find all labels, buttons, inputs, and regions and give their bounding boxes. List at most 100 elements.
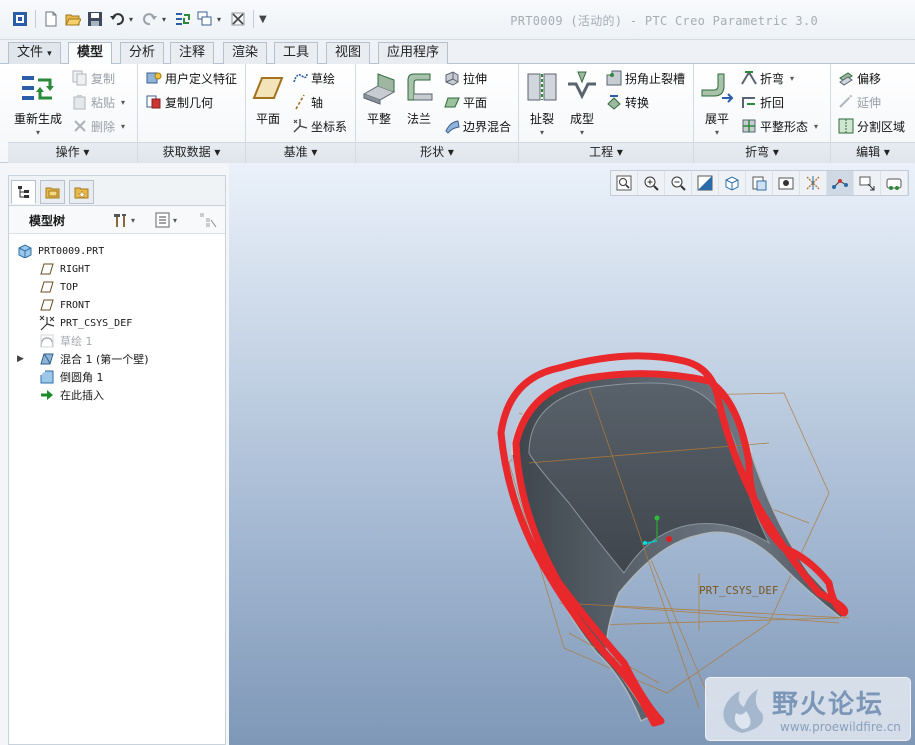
tree-filters-button[interactable] (199, 211, 217, 229)
title-bar: ▾ ▾ ▾ ▼ PRT0009 (活动的) - PTC Creo Paramet… (0, 0, 915, 40)
offset-icon (839, 72, 853, 86)
offset-button[interactable]: 偏移 (838, 68, 881, 88)
watermark-title: 野火论坛 (772, 690, 885, 720)
model-tree-tab[interactable] (11, 180, 36, 204)
copy-geometry-button[interactable]: 复制几何 (146, 92, 213, 112)
datum-plane-large-icon (252, 77, 284, 99)
tree-item-sketch[interactable]: 草绘 1 (17, 332, 222, 350)
save-icon[interactable] (85, 9, 105, 29)
bend-back-button[interactable]: 折回 (741, 92, 784, 112)
flatten-form-icon (742, 119, 756, 133)
tab-analysis[interactable]: 分析 (120, 42, 165, 64)
axis-button[interactable]: 轴 (292, 92, 323, 112)
split-area-button[interactable]: 分割区域 (838, 116, 905, 136)
form-dropdown-icon[interactable]: ▾ (580, 128, 584, 137)
bend-icon (741, 71, 757, 85)
axis-icon (295, 94, 305, 110)
rip-button[interactable]: 扯裂 ▾ (526, 70, 558, 137)
paste-button[interactable]: 粘贴 ▾ (72, 92, 125, 112)
tab-view[interactable]: 视图 (326, 42, 371, 64)
open-file-icon[interactable] (63, 9, 83, 29)
flat-wall-button[interactable]: 平整 (362, 70, 396, 127)
flange-icon (407, 73, 433, 101)
customize-toolbar-icon[interactable]: ▼ (259, 14, 268, 25)
planar-icon (444, 97, 460, 108)
convert-button[interactable]: 转换 (606, 92, 649, 112)
udf-button[interactable]: 用户定义特征 (146, 68, 237, 88)
tree-item-blend[interactable]: ▶ 混合 1 (第一个壁) (17, 350, 222, 368)
sketch-button[interactable]: 草绘 (292, 68, 335, 88)
blend-icon (39, 351, 55, 367)
datum-plane-icon (39, 297, 55, 313)
planar-button[interactable]: 平面 (444, 92, 487, 112)
boundary-blend-button[interactable]: 边界混合 (444, 116, 511, 136)
tab-render[interactable]: 渲染 (223, 42, 268, 64)
unbend-dropdown-icon[interactable]: ▾ (715, 128, 719, 137)
undo-icon[interactable] (107, 9, 127, 29)
boundary-blend-icon (445, 120, 460, 134)
tree-item-top[interactable]: TOP (17, 278, 222, 296)
quick-access-toolbar: ▾ ▾ ▾ ▼ (10, 9, 268, 29)
csys-button[interactable]: 坐标系 (292, 116, 347, 136)
extend-button[interactable]: 延伸 (838, 92, 881, 112)
regenerate-dropdown-icon[interactable]: ▾ (36, 128, 40, 137)
expand-arrow-icon[interactable]: ▶ (17, 354, 24, 364)
extrude-button[interactable]: 拉伸 (444, 68, 487, 88)
flange-button[interactable]: 法兰 (402, 70, 436, 127)
bend-button[interactable]: 折弯 ▾ (741, 68, 794, 88)
group-bends-title[interactable]: 折弯 ▾ (694, 142, 830, 163)
delete-button[interactable]: 删除 ▾ (72, 116, 125, 136)
datum-plane-button[interactable]: 平面 (252, 70, 284, 127)
watermark-url: www.proewildfire.cn (780, 720, 901, 734)
corner-relief-button[interactable]: 拐角止裂槽 (606, 68, 685, 88)
model-3d-view[interactable]: PRT_CSYS_DEF (229, 163, 915, 745)
model-tree-header: 模型树 ▾ ▾ (9, 206, 225, 234)
tree-item-right[interactable]: RIGHT (17, 260, 222, 278)
folder-browser-icon (45, 187, 59, 199)
tab-annotate[interactable]: 注释 (170, 42, 215, 64)
regenerate-quick-icon[interactable] (173, 9, 193, 29)
tree-item-front[interactable]: FRONT (17, 296, 222, 314)
group-shapes-title[interactable]: 形状 ▾ (356, 142, 518, 163)
paste-icon (73, 95, 86, 110)
datum-plane-icon (39, 261, 55, 277)
group-datum-title[interactable]: 基准 ▾ (246, 142, 355, 163)
tab-model[interactable]: 模型 (68, 42, 113, 65)
tab-file[interactable]: 文件 ▾ (8, 42, 61, 64)
group-engineering-title[interactable]: 工程 ▾ (519, 142, 693, 163)
rip-dropdown-icon[interactable]: ▾ (540, 128, 544, 137)
group-editing-title[interactable]: 编辑 ▾ (831, 142, 915, 163)
window-menu-icon[interactable] (10, 9, 30, 29)
tree-item-part[interactable]: PRT0009.PRT (17, 242, 222, 260)
flatten-form-button[interactable]: 平整形态 ▾ (741, 116, 818, 136)
redo-icon[interactable] (140, 9, 160, 29)
unbend-button[interactable]: 展平 ▾ (700, 70, 734, 137)
copy-button[interactable]: 复制 (72, 68, 115, 88)
round-icon (39, 369, 55, 385)
group-operations-title[interactable]: 操作 ▾ (8, 142, 137, 163)
favorites-tab[interactable] (69, 180, 94, 204)
tree-item-round[interactable]: 倒圆角 1 (17, 368, 222, 386)
delete-icon (74, 120, 86, 132)
graphics-viewport[interactable]: PRT_CSYS_DEF 野火论坛 www.proewildfire.cn (229, 163, 915, 745)
tree-item-insert-here[interactable]: 在此插入 (17, 386, 222, 404)
tab-tools[interactable]: 工具 (274, 42, 319, 64)
windows-dropdown-icon[interactable]: ▾ (217, 15, 226, 24)
settings-button[interactable]: ▾ (111, 211, 135, 229)
windows-icon[interactable] (195, 9, 215, 29)
tree-filter-icon (200, 213, 217, 228)
regenerate-icon (22, 76, 54, 100)
show-button[interactable]: ▾ (155, 211, 177, 229)
tree-item-csys[interactable]: PRT_CSYS_DEF (17, 314, 222, 332)
folder-browser-tab[interactable] (40, 180, 65, 204)
tab-applications[interactable]: 应用程序 (378, 42, 449, 64)
redo-dropdown-icon[interactable]: ▾ (162, 15, 171, 24)
csys-icon (293, 119, 308, 133)
close-window-icon[interactable] (228, 9, 248, 29)
group-get-data-title[interactable]: 获取数据 ▾ (138, 142, 245, 163)
new-file-icon[interactable] (41, 9, 61, 29)
form-button[interactable]: 成型 ▾ (566, 70, 598, 137)
window-title: PRT0009 (活动的) - PTC Creo Parametric 3.0 (510, 14, 818, 28)
regenerate-button[interactable]: 重新生成 ▾ (14, 70, 62, 137)
undo-dropdown-icon[interactable]: ▾ (129, 15, 138, 24)
